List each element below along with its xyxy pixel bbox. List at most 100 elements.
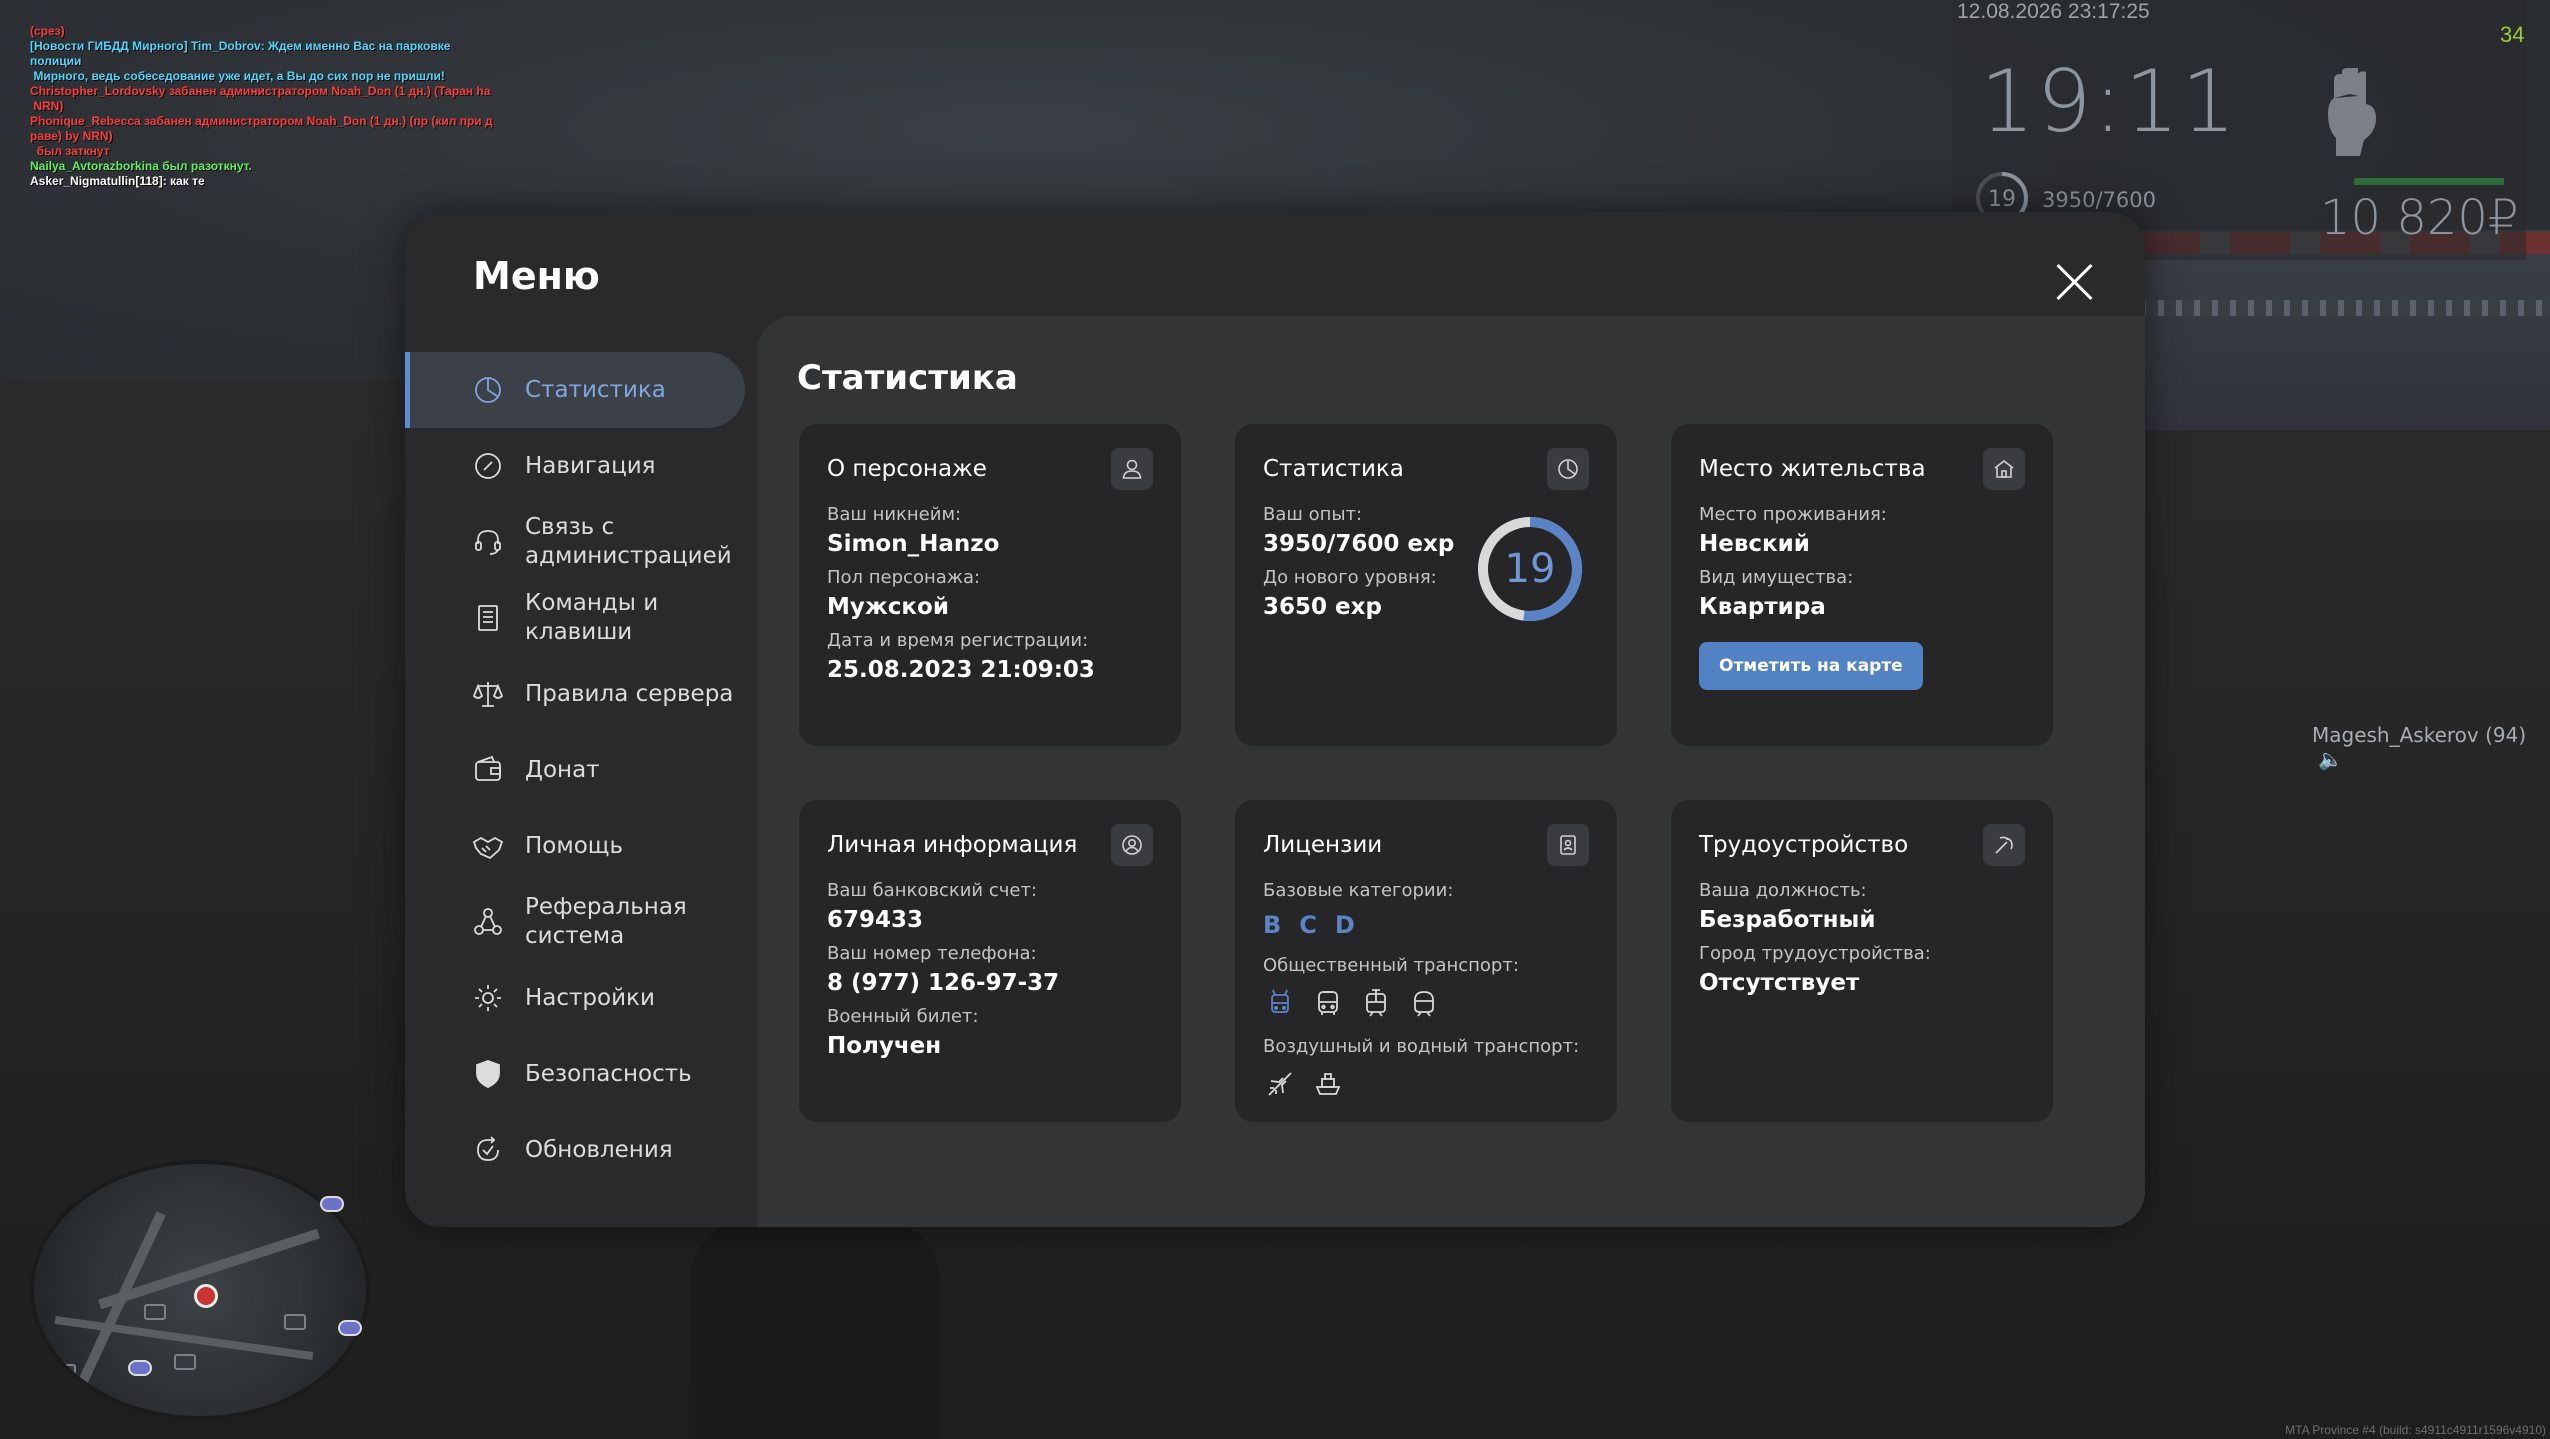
handshake-icon <box>471 829 505 863</box>
chat-line: Asker_Nigmatullin[118]: как те <box>30 174 205 188</box>
metro-icon <box>1407 986 1441 1020</box>
player-nametag-text: Magesh_Askerov (94) <box>2312 723 2527 747</box>
air-water-icons <box>1263 1067 1589 1101</box>
license-category: D <box>1334 911 1355 939</box>
residence-value: Невский <box>1699 531 1810 557</box>
pickaxe-icon <box>1983 824 2025 866</box>
plane-icon <box>1263 1067 1297 1101</box>
main-menu-window: Меню Статистика Навигация Связь с админист… <box>405 212 2145 1227</box>
building <box>2140 230 2550 430</box>
fist-icon <box>2328 68 2376 156</box>
minimap-building <box>54 1364 76 1380</box>
sidebar-item-label: Связь с администрацией <box>525 514 732 569</box>
fps-counter: 34 <box>2500 22 2525 47</box>
hud-exp: 3950/7600 <box>2042 188 2156 212</box>
menu-title: Меню <box>473 254 600 298</box>
sidebar-item-2[interactable]: Связь с администрацией <box>405 504 745 580</box>
position-value: Безработный <box>1699 907 1876 933</box>
residence-label: Место проживания: <box>1699 504 1887 525</box>
trolleybus-icon <box>1263 986 1297 1020</box>
sidebar-item-10[interactable]: Обновления <box>405 1112 745 1188</box>
registration-label: Дата и время регистрации: <box>827 630 1089 651</box>
card-licenses: Лицензии Базовые категории: BCD Обществе… <box>1235 800 1617 1122</box>
gender-label: Пол персонажа: <box>827 567 981 588</box>
bank-label: Ваш банковский счет: <box>827 880 1038 901</box>
hud-clock: 19:11 <box>1980 52 2238 152</box>
military-label: Военный билет: <box>827 1006 979 1027</box>
keyboard-list-icon <box>471 601 505 635</box>
card-job: Трудоустройство Ваша должность: Безработ… <box>1671 800 2053 1122</box>
sidebar-item-label: Команды и клавиши <box>525 590 659 645</box>
close-icon[interactable] <box>2055 262 2095 302</box>
job-city-value: Отсутствует <box>1699 970 1860 996</box>
chat-line: Phonique_Rebecca забанен администратором… <box>30 114 493 158</box>
gender-value: Мужской <box>827 594 949 620</box>
property-label: Вид имущества: <box>1699 567 1854 588</box>
network-icon <box>471 905 505 939</box>
bank-value: 679433 <box>827 907 924 933</box>
sidebar-item-1[interactable]: Навигация <box>405 428 745 504</box>
id-card-icon <box>1547 824 1589 866</box>
sidebar-item-label: Реферальная система <box>525 894 687 949</box>
building-rail <box>2140 300 2550 316</box>
pie-chart-icon <box>1547 448 1589 490</box>
sidebar-item-label: Навигация <box>525 452 656 479</box>
sidebar-item-label: Настройки <box>525 984 655 1011</box>
minimap-blip <box>320 1196 344 1212</box>
tram-icon <box>1359 986 1393 1020</box>
card-personal-title: Личная информация <box>827 832 1078 858</box>
sidebar-item-5[interactable]: Донат <box>405 732 745 808</box>
phone-value: 8 (977) 126-97-37 <box>827 970 1060 996</box>
card-personal: Личная информация Ваш банковский счет: 6… <box>799 800 1181 1122</box>
wallet-icon <box>471 753 505 787</box>
user-icon <box>1111 448 1153 490</box>
house-icon <box>1983 448 2025 490</box>
sidebar-item-label: Правила сервера <box>525 680 734 707</box>
chat-line: [Новости ГИБДД Мирного] Tim_Dobrov: Ждем… <box>30 39 451 83</box>
gear-icon <box>471 981 505 1015</box>
sidebar-item-0[interactable]: Статистика <box>405 352 745 428</box>
hud-money: 10 820₽ <box>2320 190 2519 246</box>
sidebar-item-4[interactable]: Правила сервера <box>405 656 745 732</box>
ship-icon <box>1311 1067 1345 1101</box>
level-value: 19 <box>1504 546 1556 592</box>
property-value: Квартира <box>1699 594 1826 620</box>
minimap-building <box>284 1314 306 1330</box>
public-transport-label: Общественный транспорт: <box>1263 955 1519 976</box>
card-residence-title: Место жительства <box>1699 456 1926 482</box>
chat-line: Christopher_Lordovsky забанен администра… <box>30 84 491 113</box>
sidebar-item-label: Безопасность <box>525 1060 692 1087</box>
sidebar-item-6[interactable]: Помощь <box>405 808 745 884</box>
public-transport-icons <box>1263 986 1589 1020</box>
base-categories-label: Базовые категории: <box>1263 880 1454 901</box>
nickname-value: Simon_Hanzo <box>827 531 1000 557</box>
license-category: C <box>1299 911 1317 939</box>
job-city-label: Город трудоустройства: <box>1699 943 1931 964</box>
card-character-title: О персонаже <box>827 456 987 482</box>
hud-level: 19 <box>1988 187 2016 212</box>
card-character: О персонаже Ваш никнейм: Simon_Hanzo Пол… <box>799 424 1181 746</box>
card-licenses-title: Лицензии <box>1263 832 1383 858</box>
sidebar-item-7[interactable]: Реферальная система <box>405 884 745 960</box>
mark-on-map-button[interactable]: Отметить на карте <box>1699 642 1923 690</box>
license-category: B <box>1263 911 1282 939</box>
sidebar-item-8[interactable]: Настройки <box>405 960 745 1036</box>
card-residence: Место жительства Место проживания: Невск… <box>1671 424 2053 746</box>
minimap-player-marker <box>194 1284 218 1308</box>
registration-value: 25.08.2023 21:09:03 <box>827 657 1095 683</box>
menu-sidebar: Статистика Навигация Связь с администрацие… <box>405 352 745 1188</box>
shield-icon <box>471 1057 505 1091</box>
scales-icon <box>471 677 505 711</box>
hud-money-bar <box>2354 178 2504 185</box>
sidebar-item-label: Помощь <box>525 832 624 859</box>
minimap[interactable] <box>30 1160 370 1420</box>
compass-icon <box>471 449 505 483</box>
speaker-icon: 🔈 <box>2318 747 2343 771</box>
player-character <box>690 1220 940 1439</box>
hud-datetime: 12.08.2026 23:17:25 <box>1957 0 2150 23</box>
sidebar-item-3[interactable]: Команды и клавиши <box>405 580 745 656</box>
sidebar-item-9[interactable]: Безопасность <box>405 1036 745 1112</box>
card-stats-title: Статистика <box>1263 456 1404 482</box>
minimap-building <box>174 1354 196 1370</box>
player-nametag: Magesh_Askerov (94)🔈 <box>2312 723 2550 771</box>
